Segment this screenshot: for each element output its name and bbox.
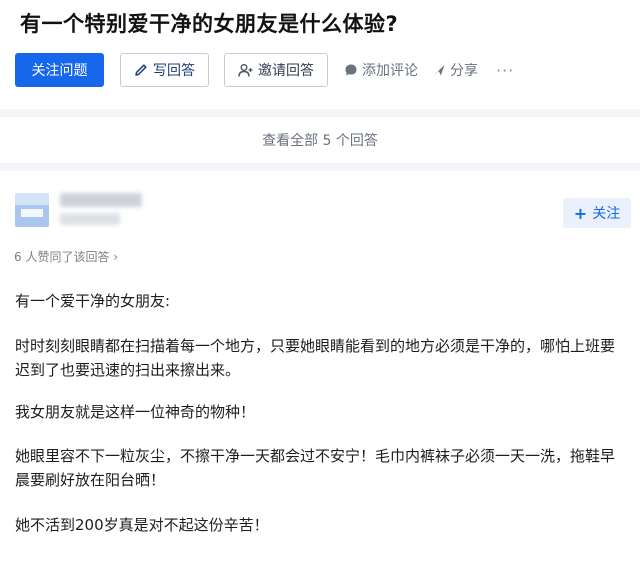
write-answer-label: 写回答 [153, 63, 195, 79]
add-comment-label: 添加评论 [362, 63, 418, 79]
answer-paragraph: 我女朋友就是这样一位神奇的物种！ [15, 403, 256, 421]
answer-content: 有一个爱干净的女朋友: 时时刻刻眼睛都在扫描着每一个地方，只要她眼睛能看到的地方… [15, 289, 627, 558]
answer-paragraph: 有一个爱干净的女朋友: [15, 292, 171, 310]
avatar[interactable] [15, 193, 49, 227]
answer-paragraph: 时时刻刻眼睛都在扫描着每一个地方，只要她眼睛能看到的地方必须是干净的，哪怕上班要… [15, 337, 616, 379]
answer-paragraph: 她眼里容不下一粒灰尘，不擦干净一天都会过不安宁！毛巾内裤袜子必须一天一洗，拖鞋早… [15, 447, 616, 489]
upvote-count[interactable]: 6 人赞同了该回答 › [14, 248, 118, 265]
pen-icon [134, 63, 148, 77]
comment-bubble-icon [344, 63, 358, 77]
answer-paragraph: 她不活到200岁真是对不起这份辛苦！ [15, 516, 269, 534]
more-options-button[interactable]: ··· [496, 61, 514, 80]
invite-answer-button[interactable]: 邀请回答 [224, 53, 328, 87]
person-plus-icon [238, 63, 253, 78]
author-headline-blurred [60, 213, 120, 225]
question-actions: 关注问题 写回答 邀请回答 添加评论 分享 ··· [15, 53, 514, 87]
plus-icon: + [573, 203, 588, 223]
share-arrow-icon [432, 63, 446, 77]
share-button[interactable]: 分享 [432, 60, 478, 80]
question-title[interactable]: 有一个特别爱干净的女朋友是什么体验? [20, 8, 398, 38]
question-header: 有一个特别爱干净的女朋友是什么体验? 关注问题 写回答 邀请回答 添加评论 分享 [0, 0, 640, 109]
follow-author-button[interactable]: + 关注 [563, 198, 631, 228]
answer-card: + 关注 6 人赞同了该回答 › 有一个爱干净的女朋友: 时时刻刻眼睛都在扫描着… [0, 171, 640, 569]
follow-question-button[interactable]: 关注问题 [15, 53, 104, 87]
write-answer-button[interactable]: 写回答 [120, 53, 209, 87]
view-all-answers-bar: 查看全部 5 个回答 [0, 117, 640, 163]
author-name-blurred[interactable] [60, 193, 142, 207]
invite-answer-label: 邀请回答 [258, 63, 314, 79]
add-comment-button[interactable]: 添加评论 [344, 60, 418, 80]
follow-author-label: 关注 [592, 206, 621, 222]
view-all-answers-link[interactable]: 查看全部 5 个回答 [0, 130, 640, 150]
share-label: 分享 [450, 63, 478, 79]
